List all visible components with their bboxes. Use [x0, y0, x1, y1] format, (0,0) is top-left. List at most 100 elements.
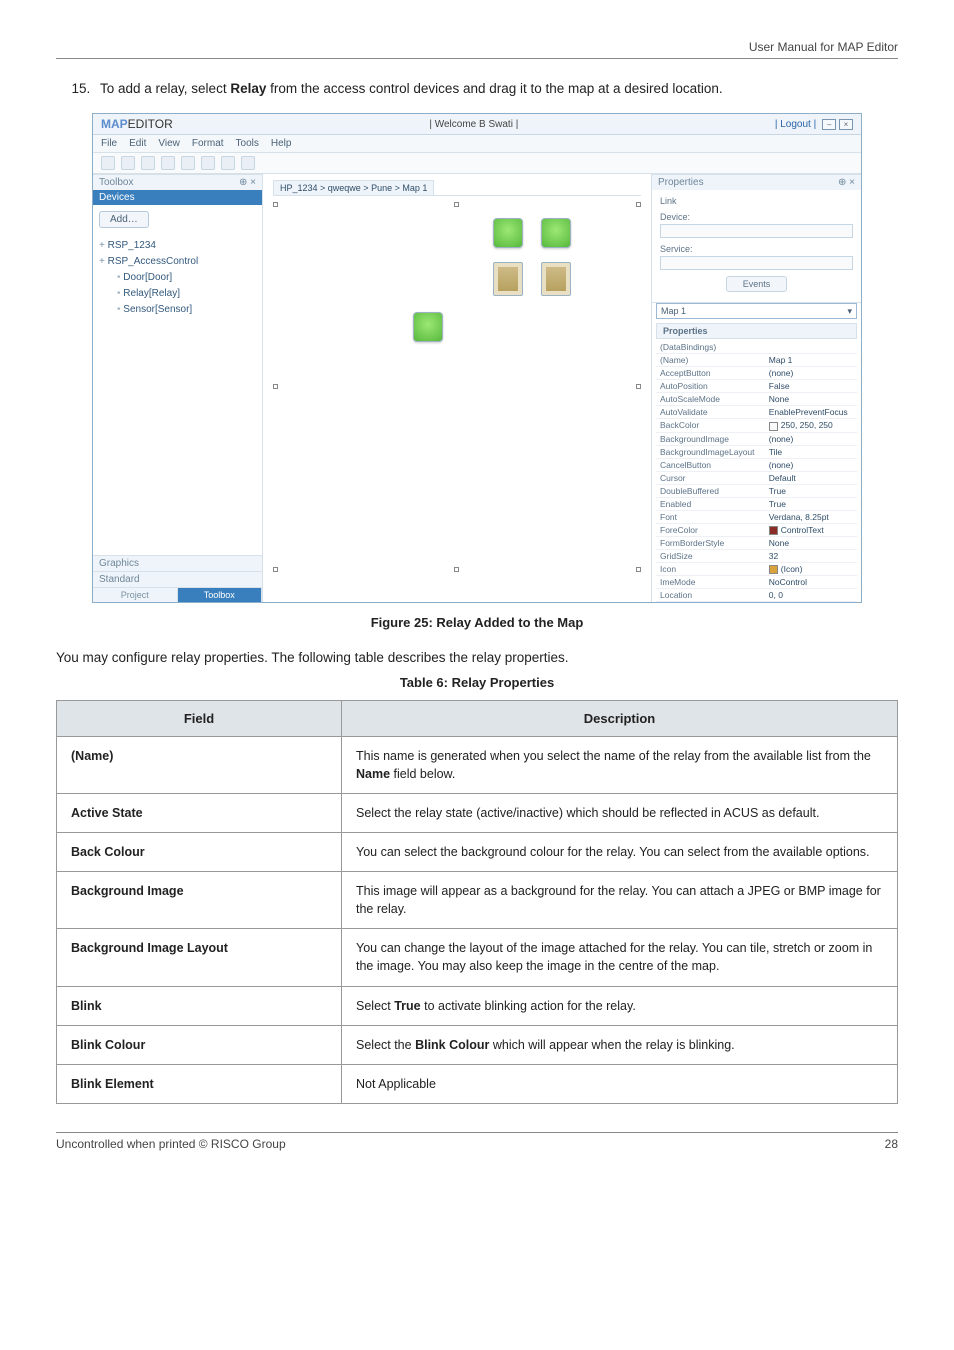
- property-value: 250, 250, 250: [765, 419, 857, 432]
- property-name: AcceptButton: [656, 367, 765, 380]
- resize-handle[interactable]: [454, 567, 459, 572]
- property-row[interactable]: Location0, 0: [656, 589, 857, 602]
- property-row[interactable]: AutoValidateEnablePreventFocus: [656, 406, 857, 419]
- property-row[interactable]: FormBorderStyleNone: [656, 536, 857, 549]
- col-field: Field: [57, 700, 342, 736]
- left-panel: Toolbox ⊕ × Devices Add… RSP_1234 RSP_Ac…: [93, 174, 263, 602]
- property-row[interactable]: AutoScaleModeNone: [656, 393, 857, 406]
- resize-handle[interactable]: [636, 384, 641, 389]
- door-icon[interactable]: [493, 262, 523, 296]
- logout-link[interactable]: | Logout |: [775, 119, 816, 130]
- standard-section[interactable]: Standard: [93, 571, 262, 587]
- property-row[interactable]: AutoPositionFalse: [656, 380, 857, 393]
- resize-handle[interactable]: [454, 202, 459, 207]
- toolbox-pin[interactable]: ⊕ ×: [239, 177, 256, 188]
- property-value: EnablePreventFocus: [765, 406, 857, 419]
- property-row[interactable]: EnabledTrue: [656, 497, 857, 510]
- instruction-text-b: from the access control devices and drag…: [266, 81, 722, 96]
- property-row[interactable]: GridSize32: [656, 549, 857, 562]
- property-row[interactable]: CursorDefault: [656, 471, 857, 484]
- property-row[interactable]: BackColor250, 250, 250: [656, 419, 857, 432]
- property-row[interactable]: (DataBindings): [656, 341, 857, 354]
- properties-panel: Properties ⊕ × Link Device: Service: Eve…: [651, 174, 861, 602]
- footer-left: Uncontrolled when printed © RISCO Group: [56, 1137, 286, 1151]
- property-value: Map 1: [765, 354, 857, 367]
- devices-header: Devices: [93, 190, 262, 205]
- property-name: AutoPosition: [656, 380, 765, 393]
- description-cell: You can change the layout of the image a…: [342, 929, 898, 986]
- graphics-section[interactable]: Graphics: [93, 555, 262, 571]
- device-field[interactable]: [660, 224, 853, 238]
- property-row[interactable]: DoubleBufferedTrue: [656, 484, 857, 497]
- minimize-icon[interactable]: –: [822, 119, 836, 130]
- property-row[interactable]: LockedFalse: [656, 602, 857, 603]
- resize-handle[interactable]: [636, 567, 641, 572]
- property-row[interactable]: ForeColorControlText: [656, 523, 857, 536]
- property-row[interactable]: FontVerdana, 8.25pt: [656, 510, 857, 523]
- canvas-breadcrumb[interactable]: HP_1234 > qweqwe > Pune > Map 1: [273, 180, 434, 195]
- object-selector[interactable]: Map 1▾: [656, 303, 857, 319]
- sensor-icon[interactable]: [493, 218, 523, 248]
- sensor-icon[interactable]: [541, 218, 571, 248]
- tab-project[interactable]: Project: [93, 588, 178, 602]
- instruction-bold: Relay: [230, 81, 266, 96]
- service-field[interactable]: [660, 256, 853, 270]
- add-button[interactable]: Add…: [99, 211, 149, 228]
- tool-icon[interactable]: [121, 156, 135, 170]
- tool-icon[interactable]: [161, 156, 175, 170]
- tool-icon[interactable]: [241, 156, 255, 170]
- property-row[interactable]: CancelButton(none): [656, 458, 857, 471]
- window-titlebar: MAPEDITOR | Welcome B Swati | | Logout |…: [93, 114, 861, 135]
- property-row[interactable]: BackgroundImageLayoutTile: [656, 445, 857, 458]
- tool-icon[interactable]: [101, 156, 115, 170]
- table-row: Back ColourYou can select the background…: [57, 832, 898, 871]
- tree-leaf-door[interactable]: Door[Door]: [99, 270, 256, 286]
- resize-handle[interactable]: [273, 567, 278, 572]
- map-canvas[interactable]: [273, 202, 641, 572]
- tree-leaf-relay[interactable]: Relay[Relay]: [99, 286, 256, 302]
- property-name: Font: [656, 510, 765, 523]
- property-row[interactable]: Icon(Icon): [656, 562, 857, 575]
- property-row[interactable]: BackgroundImage(none): [656, 432, 857, 445]
- resize-handle[interactable]: [636, 202, 641, 207]
- tool-icon[interactable]: [141, 156, 155, 170]
- menu-file[interactable]: File: [101, 138, 117, 149]
- menu-edit[interactable]: Edit: [129, 138, 146, 149]
- description-cell: This image will appear as a background f…: [342, 872, 898, 929]
- property-value: None: [765, 536, 857, 549]
- relay-icon[interactable]: [413, 312, 443, 342]
- property-value: [765, 341, 857, 354]
- page-header-title: User Manual for MAP Editor: [56, 40, 898, 54]
- property-grid: (DataBindings)(Name)Map 1AcceptButton(no…: [656, 341, 857, 602]
- tree-leaf-sensor[interactable]: Sensor[Sensor]: [99, 302, 256, 318]
- resize-handle[interactable]: [273, 384, 278, 389]
- property-row[interactable]: AcceptButton(none): [656, 367, 857, 380]
- events-button[interactable]: Events: [726, 276, 788, 292]
- table-row: BlinkSelect True to activate blinking ac…: [57, 986, 898, 1025]
- property-name: DoubleBuffered: [656, 484, 765, 497]
- tree-node-access[interactable]: RSP_AccessControl: [99, 254, 256, 270]
- tool-icon[interactable]: [201, 156, 215, 170]
- property-row[interactable]: ImeModeNoControl: [656, 576, 857, 589]
- menu-help[interactable]: Help: [271, 138, 292, 149]
- tool-icon[interactable]: [181, 156, 195, 170]
- property-name: Icon: [656, 562, 765, 575]
- property-value: ControlText: [765, 523, 857, 536]
- close-icon[interactable]: ×: [839, 119, 853, 130]
- tree-node-rsp[interactable]: RSP_1234: [99, 238, 256, 254]
- tab-toolbox[interactable]: Toolbox: [178, 588, 263, 602]
- property-row[interactable]: (Name)Map 1: [656, 354, 857, 367]
- service-label: Service:: [660, 244, 853, 254]
- description-cell: Select the relay state (active/inactive)…: [342, 793, 898, 832]
- properties-header: Properties ⊕ ×: [652, 174, 861, 190]
- menu-view[interactable]: View: [158, 138, 180, 149]
- tool-icon[interactable]: [221, 156, 235, 170]
- menu-tools[interactable]: Tools: [236, 138, 259, 149]
- resize-handle[interactable]: [273, 202, 278, 207]
- field-cell: Back Colour: [57, 832, 342, 871]
- properties-pin[interactable]: ⊕ ×: [838, 177, 855, 188]
- menu-format[interactable]: Format: [192, 138, 224, 149]
- door-icon[interactable]: [541, 262, 571, 296]
- table-row: Background Image LayoutYou can change th…: [57, 929, 898, 986]
- left-tabs: Project Toolbox: [93, 587, 262, 602]
